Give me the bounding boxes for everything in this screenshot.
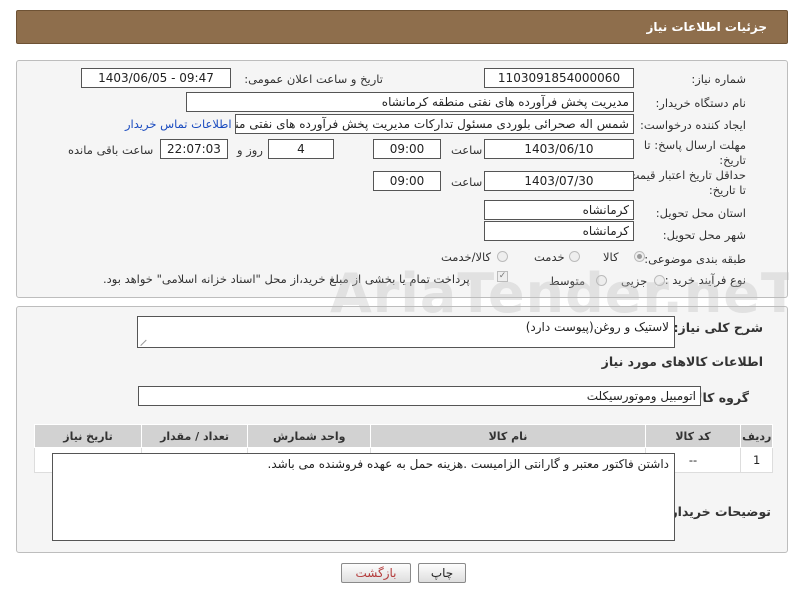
page-header: جزئیات اطلاعات نیاز [16,10,788,44]
buyer-org-label: نام دستگاه خریدار: [655,96,746,110]
announce-datetime-field: 1403/06/05 - 09:47 [81,68,231,88]
category-radio-goods[interactable] [634,251,645,262]
reply-deadline-date: 1403/06/10 [484,139,634,159]
buyer-contact-link[interactable]: اطلاعات تماس خریدار [125,117,232,131]
category-radio-goods-service[interactable] [497,251,508,262]
remaining-days: 4 [268,139,334,159]
watermark: AriaTender.neT [330,262,789,325]
category-radio-service[interactable] [569,251,580,262]
buyer-org-field: مدیریت پخش فرآورده های نفتی منطقه کرمانش… [186,92,634,112]
city-label: شهر محل تحویل: [662,228,746,242]
cell-row: 1 [740,447,773,473]
col-code: کد کالا [644,424,742,448]
col-row: ردیف [740,424,773,448]
announce-datetime-label: تاریخ و ساعت اعلان عمومی: [244,72,383,86]
reply-time-label: ساعت [451,143,483,157]
buyer-notes-label: توضیحات خریدار: [665,504,771,519]
goods-table-header: ردیف کد کالا نام کالا واحد شمارش تعداد /… [33,424,773,448]
resize-grip-icon[interactable] [141,338,149,346]
validity-time-label: ساعت [451,175,483,189]
need-number-field: 1103091854000060 [484,68,634,88]
reply-deadline-label: مهلت ارسال پاسخ: تا تاریخ: [643,138,746,167]
page-title: جزئیات اطلاعات نیاز [646,20,767,34]
print-button[interactable]: چاپ [418,563,466,583]
col-qty: تعداد / مقدار [141,424,249,448]
remaining-label: ساعت باقی مانده [68,143,154,157]
remaining-time: 22:07:03 [160,139,228,159]
reply-deadline-time: 09:00 [373,139,441,159]
buyer-notes-field: داشتن فاکتور معتبر و گارانتی الزامیست .ه… [52,453,675,541]
col-unit: واحد شمارش [247,424,372,448]
back-button[interactable]: بازگشت [341,563,411,583]
price-validity-date: 1403/07/30 [484,171,634,191]
province-field: کرمانشاه [484,200,634,220]
requester-field: شمس اله صحرائی بلوردی مسئول تدارکات مدیر… [235,114,634,134]
province-label: استان محل تحویل: [655,206,746,220]
buyer-notes-text: داشتن فاکتور معتبر و گارانتی الزامیست .ه… [267,457,669,471]
requester-label: ایجاد کننده درخواست: [640,118,746,132]
price-validity-time: 09:00 [373,171,441,191]
col-name: نام کالا [370,424,646,448]
city-field: کرمانشاه [484,221,634,241]
days-label: روز و [237,143,263,157]
goods-section-title: اطلاعات کالاهای مورد نیاز [601,354,763,369]
price-validity-label: حداقل تاریخ اعتبار قیمت: تا تاریخ: [624,168,746,197]
col-date: تاریخ نیاز [33,424,143,448]
need-number-label: شماره نیاز: [691,72,746,86]
goods-group-field: اتومبیل وموتورسیکلت [138,386,701,406]
